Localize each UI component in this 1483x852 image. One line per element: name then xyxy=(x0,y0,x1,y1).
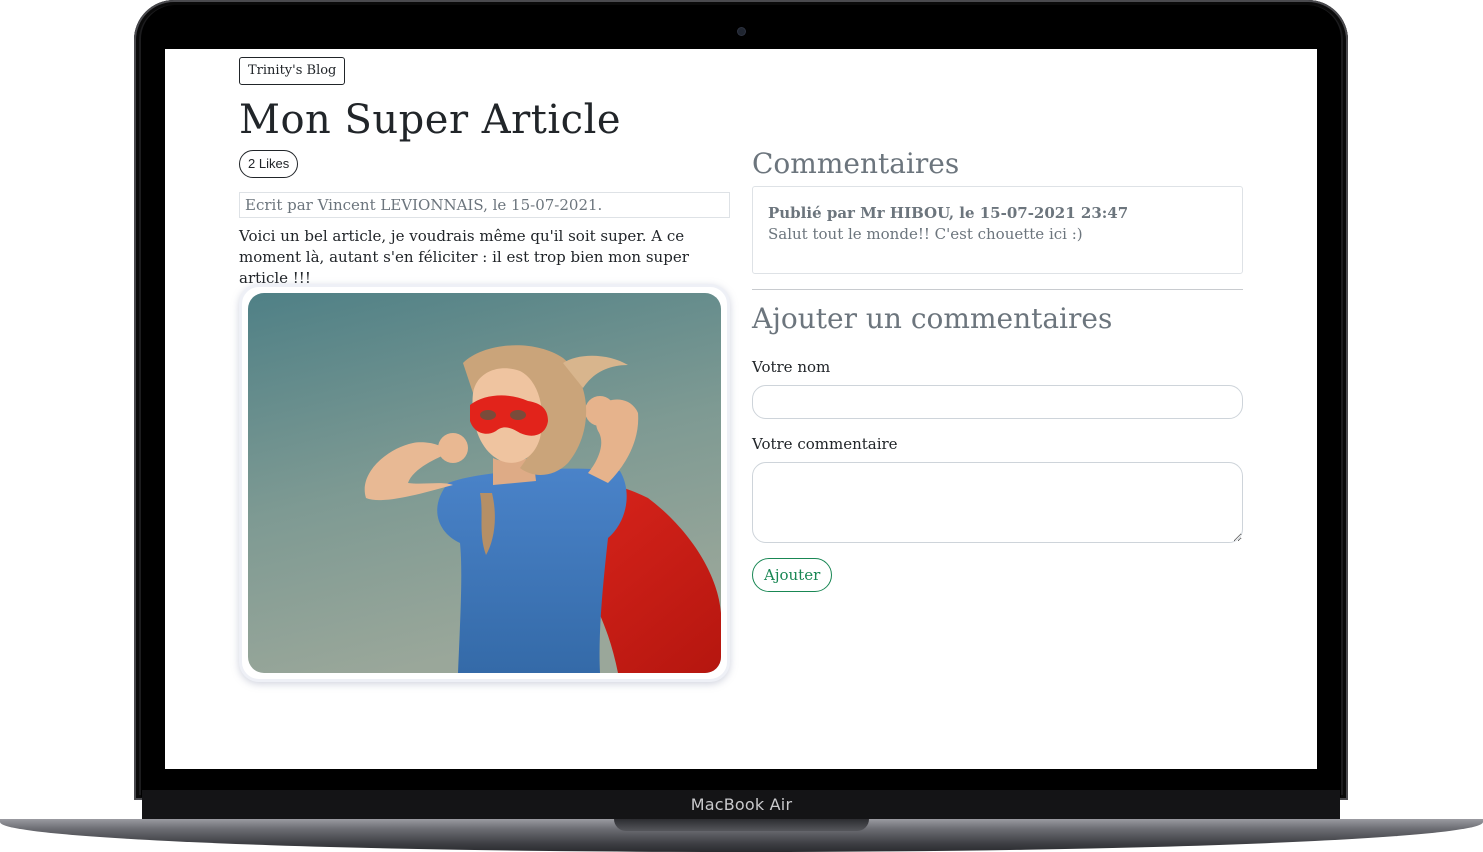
add-comment-heading: Ajouter un commentaires xyxy=(752,302,1113,335)
device-brand-label: MacBook Air xyxy=(690,795,793,814)
comments-heading: Commentaires xyxy=(752,147,960,180)
likes-button[interactable]: 2 Likes xyxy=(239,150,299,178)
comment-card: Publié par Mr HIBOU, le 15-07-2021 23:47… xyxy=(752,186,1243,274)
browser-viewport: Trinity's Blog Mon Super Article 2 Likes… xyxy=(165,49,1317,769)
comment-textarea[interactable] xyxy=(752,462,1243,543)
navbar-brand-button[interactable]: Trinity's Blog xyxy=(239,57,346,85)
article-title: Mon Super Article xyxy=(239,97,622,143)
page-container: Trinity's Blog Mon Super Article 2 Likes… xyxy=(239,49,1243,769)
article-image-frame xyxy=(239,284,730,682)
section-divider xyxy=(752,289,1243,290)
article-byline: Ecrit par Vincent LEVIONNAIS, le 15-07-2… xyxy=(239,192,730,218)
laptop-notch xyxy=(614,819,869,831)
comment-meta: Publié par Mr HIBOU, le 15-07-2021 23:47 xyxy=(768,204,1129,222)
article-image xyxy=(248,293,721,673)
comment-field-label: Votre commentaire xyxy=(752,435,898,453)
add-comment-button[interactable]: Ajouter xyxy=(752,558,833,592)
article-body: Voici un bel article, je voudrais même q… xyxy=(239,227,689,287)
comment-text: Salut tout le monde!! C'est chouette ici… xyxy=(768,225,1083,243)
name-field-label: Votre nom xyxy=(752,358,831,376)
camera-icon xyxy=(738,28,745,35)
name-input[interactable] xyxy=(752,385,1243,419)
